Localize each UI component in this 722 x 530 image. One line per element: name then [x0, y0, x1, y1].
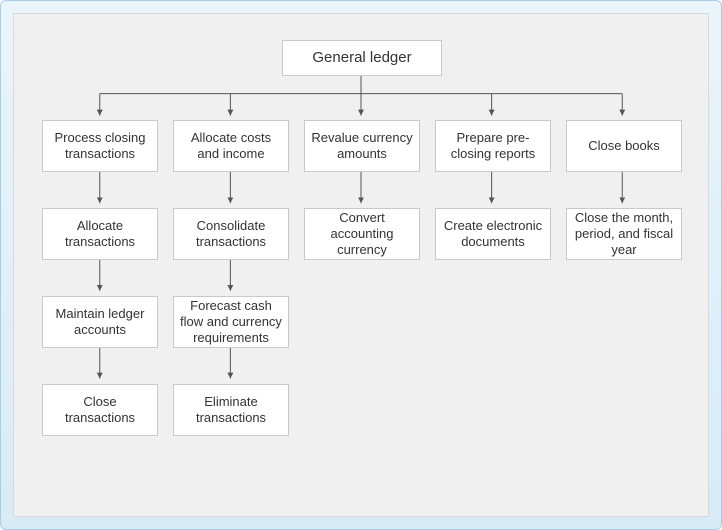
node-col1-head: Allocate costs and income: [173, 120, 289, 172]
node-col0-item1: Maintain ledger accounts: [42, 296, 158, 348]
node-col3-head: Prepare pre-closing reports: [435, 120, 551, 172]
node-col1-item1: Forecast cash flow and currency requirem…: [173, 296, 289, 348]
diagram-frame: General ledger Process closing transacti…: [0, 0, 722, 530]
node-col2-item0: Convert accounting currency: [304, 208, 420, 260]
node-col0-head: Process closing transactions: [42, 120, 158, 172]
node-col1-item2: Eliminate transactions: [173, 384, 289, 436]
node-col0-item0: Allocate transactions: [42, 208, 158, 260]
node-col1-item0: Consolidate transactions: [173, 208, 289, 260]
node-col4-head: Close books: [566, 120, 682, 172]
node-col2-head: Revalue currency amounts: [304, 120, 420, 172]
node-col0-item2: Close transactions: [42, 384, 158, 436]
node-col4-item0: Close the month, period, and fiscal year: [566, 208, 682, 260]
connector-lines: [14, 14, 708, 516]
node-root: General ledger: [282, 40, 442, 76]
node-col3-item0: Create electronic documents: [435, 208, 551, 260]
diagram-panel: General ledger Process closing transacti…: [13, 13, 709, 517]
